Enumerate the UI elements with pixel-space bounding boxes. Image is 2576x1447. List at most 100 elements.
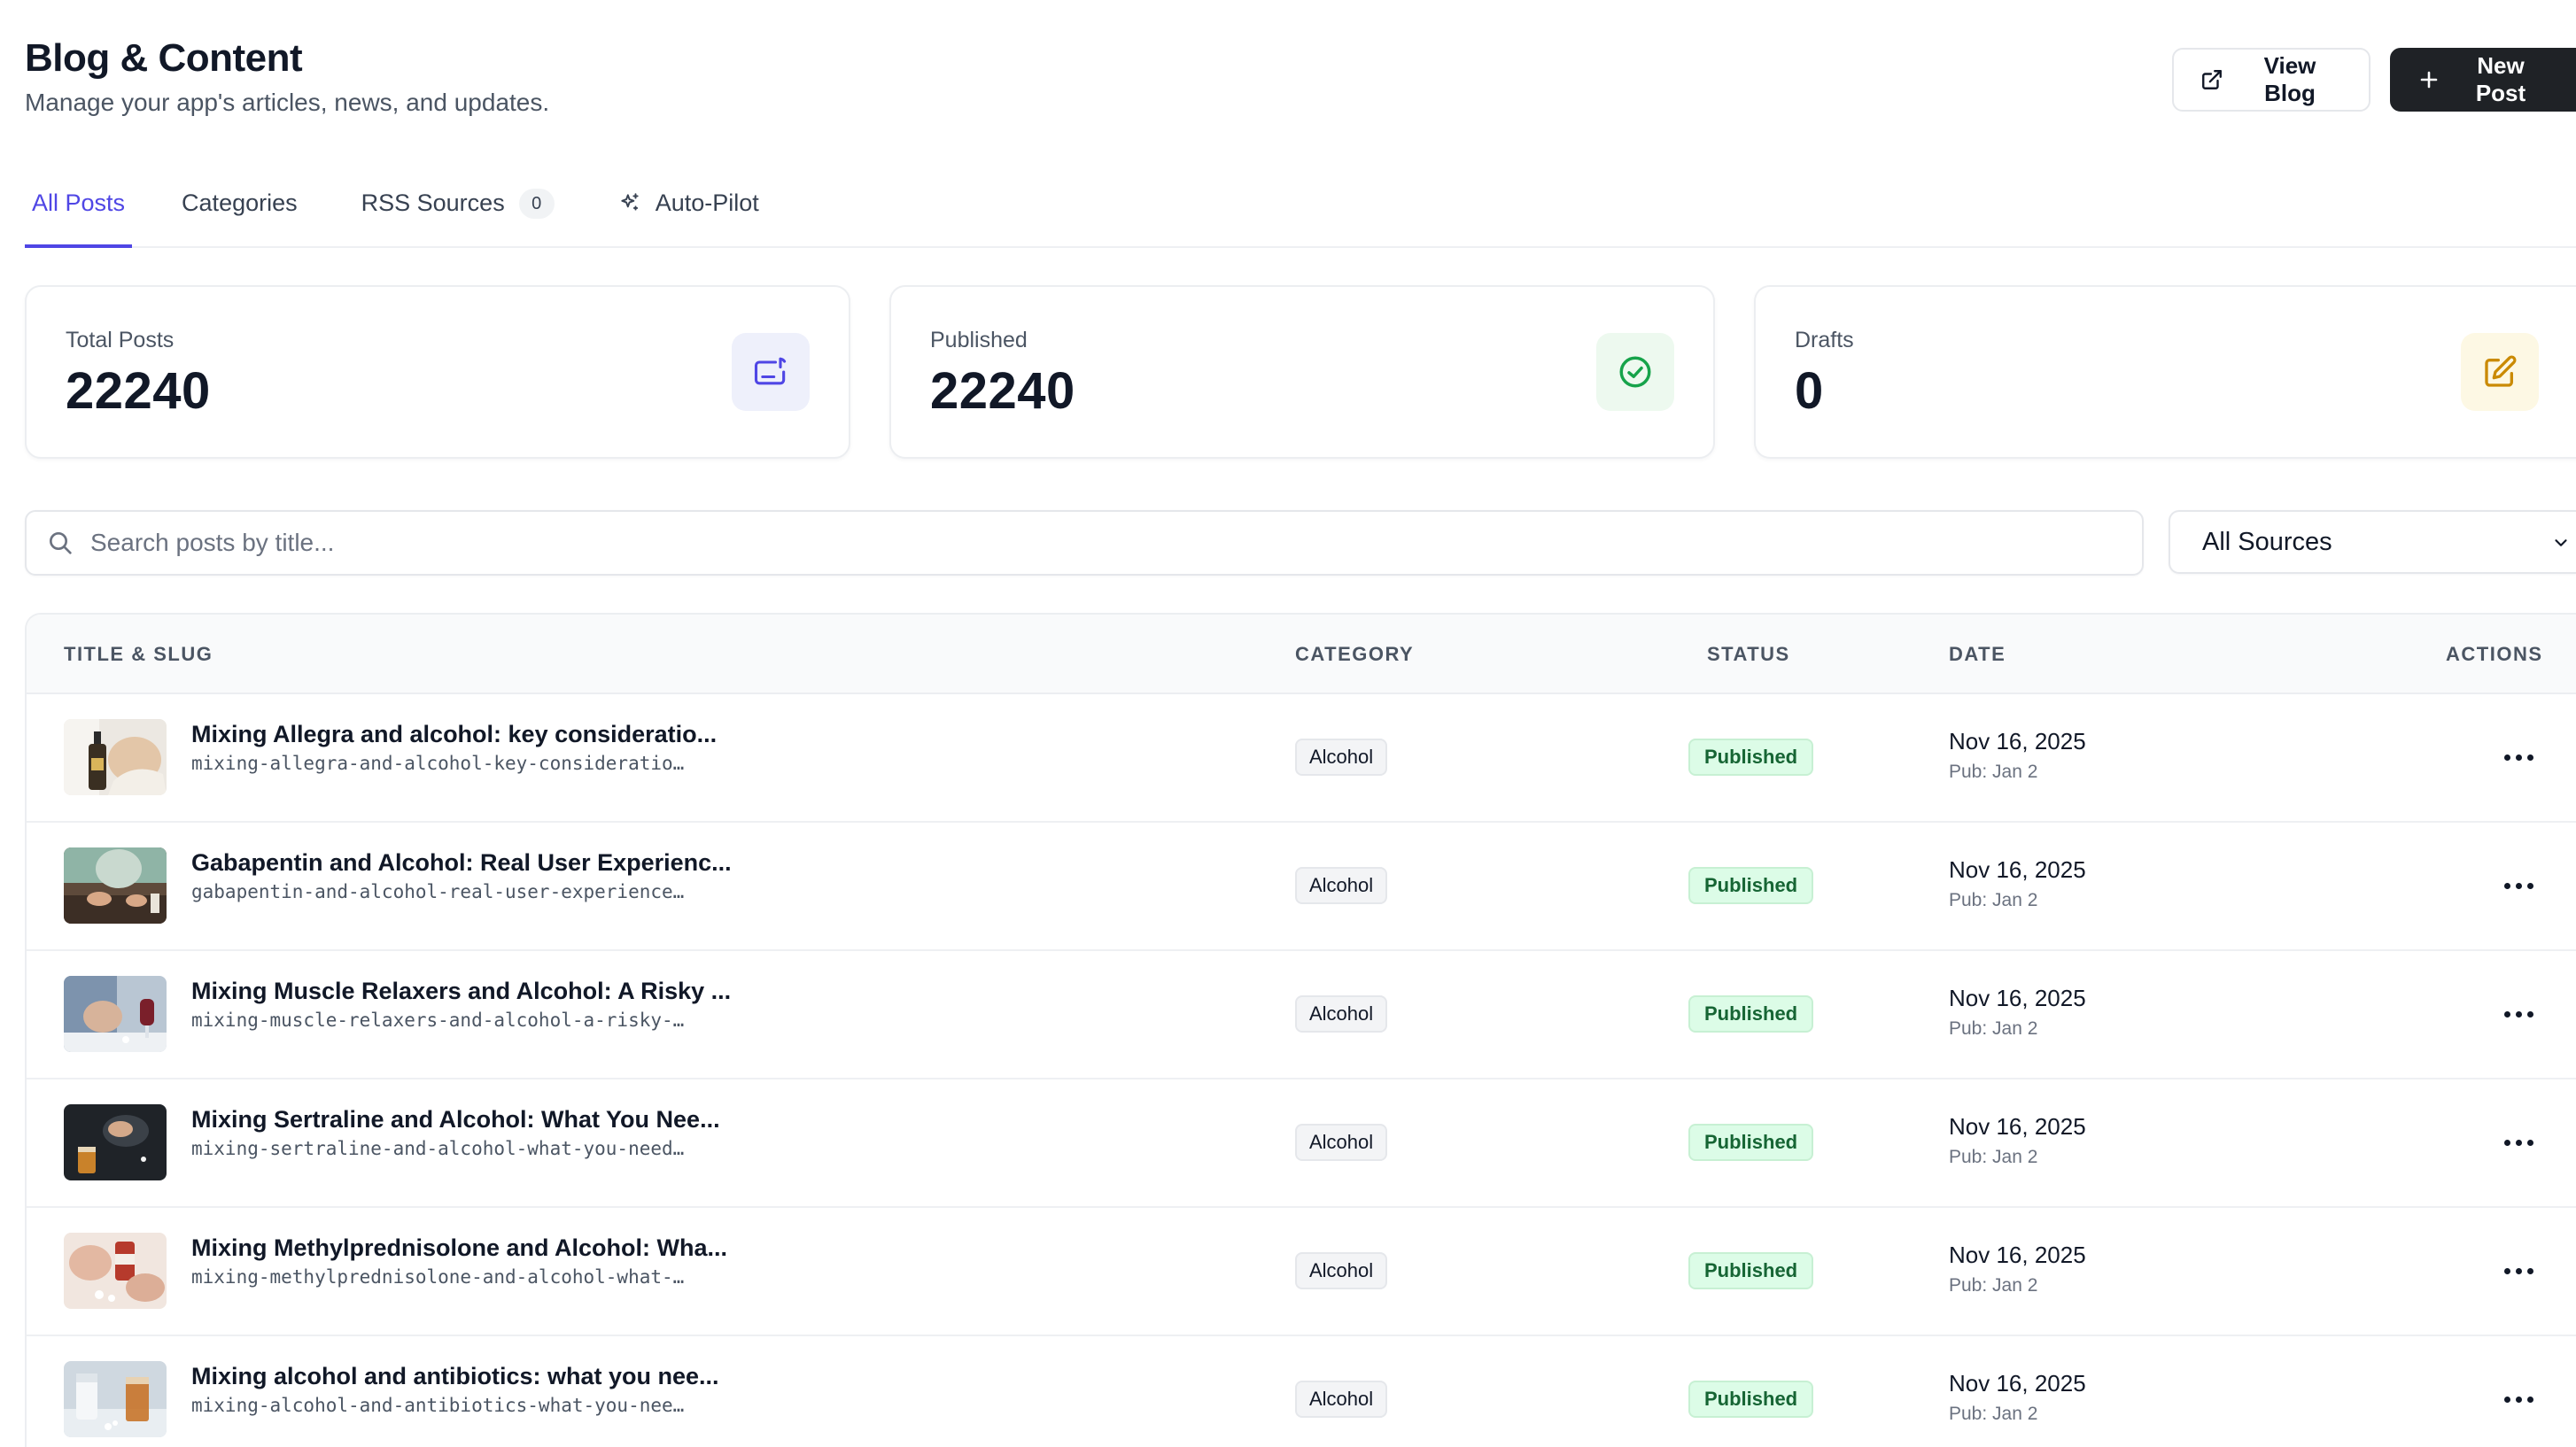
post-pub-date: Pub: Jan 2 [1949, 1275, 2038, 1296]
tab-label: All Posts [32, 190, 126, 216]
stat-value: 22240 [930, 362, 1075, 420]
column-header-actions: ACTIONS [2446, 643, 2543, 665]
tab-rss-sources[interactable]: RSS Sources 0 [361, 168, 555, 248]
stat-value: 22240 [66, 362, 211, 420]
post-slug: mixing-alcohol-and-antibiotics-what-you-… [191, 1395, 685, 1416]
row-actions-menu[interactable] [2498, 1001, 2539, 1027]
status-badge: Published [1688, 1381, 1814, 1418]
header-actions: View Blog New Post [2172, 48, 2576, 112]
post-slug: mixing-muscle-relaxers-and-alcohol-a-ris… [191, 1010, 685, 1031]
row-actions-menu[interactable] [2498, 1257, 2539, 1284]
column-header-title[interactable]: TITLE & SLUG [64, 643, 213, 666]
status-badge: Published [1688, 739, 1814, 776]
chevron-down-icon [2555, 539, 2567, 546]
category-badge: Alcohol [1295, 739, 1388, 776]
post-thumbnail [64, 1361, 167, 1437]
post-pub-date: Pub: Jan 2 [1949, 1404, 2038, 1424]
status-badge: Published [1688, 1124, 1814, 1161]
category-badge: Alcohol [1295, 995, 1388, 1033]
stat-card-total-posts: Total Posts 22240 [25, 285, 850, 459]
tab-auto-pilot[interactable]: Auto-Pilot [618, 168, 759, 248]
post-title[interactable]: Mixing Sertraline and Alcohol: What You … [191, 1106, 720, 1134]
tab-all-posts[interactable]: All Posts [25, 168, 133, 248]
row-actions-menu[interactable] [2498, 1129, 2539, 1156]
table-row[interactable]: Mixing Methylprednisolone and Alcohol: W… [27, 1208, 2576, 1336]
stat-label: Drafts [1795, 328, 1854, 352]
status-badge: Published [1688, 867, 1814, 904]
page-title: Blog & Content [25, 36, 303, 80]
stat-label: Total Posts [66, 328, 175, 352]
post-date: Nov 16, 2025 [1949, 856, 2086, 883]
post-title[interactable]: Mixing Methylprednisolone and Alcohol: W… [191, 1234, 727, 1262]
row-actions-menu[interactable] [2498, 872, 2539, 899]
category-badge: Alcohol [1295, 1124, 1388, 1161]
post-pub-date: Pub: Jan 2 [1949, 1147, 2038, 1167]
post-pub-date: Pub: Jan 2 [1949, 762, 2038, 782]
status-badge: Published [1688, 995, 1814, 1033]
post-thumbnail [64, 1104, 167, 1180]
tab-categories[interactable]: Categories [182, 168, 298, 248]
post-pub-date: Pub: Jan 2 [1949, 1018, 2038, 1039]
check-circle-icon [1596, 333, 1674, 411]
search-box [25, 510, 2144, 576]
column-header-status[interactable]: STATUS [1707, 643, 1790, 666]
post-thumbnail [64, 1233, 167, 1309]
post-thumbnail [64, 847, 167, 924]
table-row[interactable]: Mixing alcohol and antibiotics: what you… [27, 1336, 2576, 1447]
column-header-date[interactable]: DATE [1949, 643, 2006, 666]
status-badge: Published [1688, 1252, 1814, 1289]
plus-icon [2420, 71, 2438, 89]
post-date: Nov 16, 2025 [1949, 985, 2086, 1011]
stat-value: 0 [1795, 362, 1824, 420]
post-title[interactable]: Mixing alcohol and antibiotics: what you… [191, 1363, 719, 1390]
post-pub-date: Pub: Jan 2 [1949, 890, 2038, 910]
post-thumbnail [64, 719, 167, 795]
post-slug: mixing-methylprednisolone-and-alcohol-wh… [191, 1266, 685, 1288]
post-slug: mixing-allegra-and-alcohol-key-considera… [191, 753, 685, 774]
edit-icon [2461, 333, 2539, 411]
search-icon [50, 532, 72, 554]
post-title[interactable]: Gabapentin and Alcohol: Real User Experi… [191, 849, 732, 877]
sparkles-icon [621, 193, 639, 211]
table-row[interactable]: Mixing Sertraline and Alcohol: What You … [27, 1079, 2576, 1208]
category-badge: Alcohol [1295, 867, 1388, 904]
table-header: TITLE & SLUG CATEGORY STATUS DATE ACTION… [27, 615, 2576, 694]
tab-bar: All Posts Categories RSS Sources 0 Auto-… [25, 168, 2576, 248]
post-slug: gabapentin-and-alcohol-real-user-experie… [191, 881, 685, 902]
post-date: Nov 16, 2025 [1949, 728, 2086, 754]
post-date: Nov 16, 2025 [1949, 1242, 2086, 1268]
posts-table: TITLE & SLUG CATEGORY STATUS DATE ACTION… [25, 613, 2576, 1447]
row-actions-menu[interactable] [2498, 1386, 2539, 1412]
posts-icon [732, 333, 810, 411]
external-link-icon [2202, 70, 2222, 89]
post-title[interactable]: Mixing Muscle Relaxers and Alcohol: A Ri… [191, 978, 731, 1005]
search-input[interactable] [90, 529, 2039, 557]
stats-row: Total Posts 22240 Published 22240 Drafts… [25, 285, 2576, 459]
category-badge: Alcohol [1295, 1381, 1388, 1418]
category-badge: Alcohol [1295, 1252, 1388, 1289]
page-subtitle: Manage your app's articles, news, and up… [25, 89, 550, 116]
rss-count-badge: 0 [518, 189, 555, 219]
stat-label: Published [930, 328, 1028, 352]
table-row[interactable]: Mixing Allegra and alcohol: key consider… [27, 694, 2576, 823]
column-header-category[interactable]: CATEGORY [1295, 643, 1414, 666]
new-post-button[interactable]: New Post [2390, 48, 2576, 112]
source-filter-value: All Sources [2202, 527, 2332, 556]
post-slug: mixing-sertraline-and-alcohol-what-you-n… [191, 1138, 685, 1159]
tab-label: RSS Sources [361, 190, 505, 216]
stat-card-published: Published 22240 [889, 285, 1715, 459]
row-actions-menu[interactable] [2498, 744, 2539, 770]
new-post-label: New Post [2475, 52, 2526, 106]
stat-card-drafts: Drafts 0 [1754, 285, 2576, 459]
post-date: Nov 16, 2025 [1949, 1113, 2086, 1140]
tab-label: Auto-Pilot [655, 190, 759, 216]
page-header: Blog & Content Manage your app's article… [25, 34, 549, 119]
source-filter-select[interactable]: All Sources [2169, 510, 2576, 574]
tab-label: Categories [182, 190, 298, 216]
table-row[interactable]: Gabapentin and Alcohol: Real User Experi… [27, 823, 2576, 951]
post-title[interactable]: Mixing Allegra and alcohol: key consider… [191, 721, 717, 748]
post-date: Nov 16, 2025 [1949, 1370, 2086, 1397]
post-thumbnail [64, 976, 167, 1052]
view-blog-button[interactable]: View Blog [2172, 48, 2370, 112]
table-row[interactable]: Mixing Muscle Relaxers and Alcohol: A Ri… [27, 951, 2576, 1079]
